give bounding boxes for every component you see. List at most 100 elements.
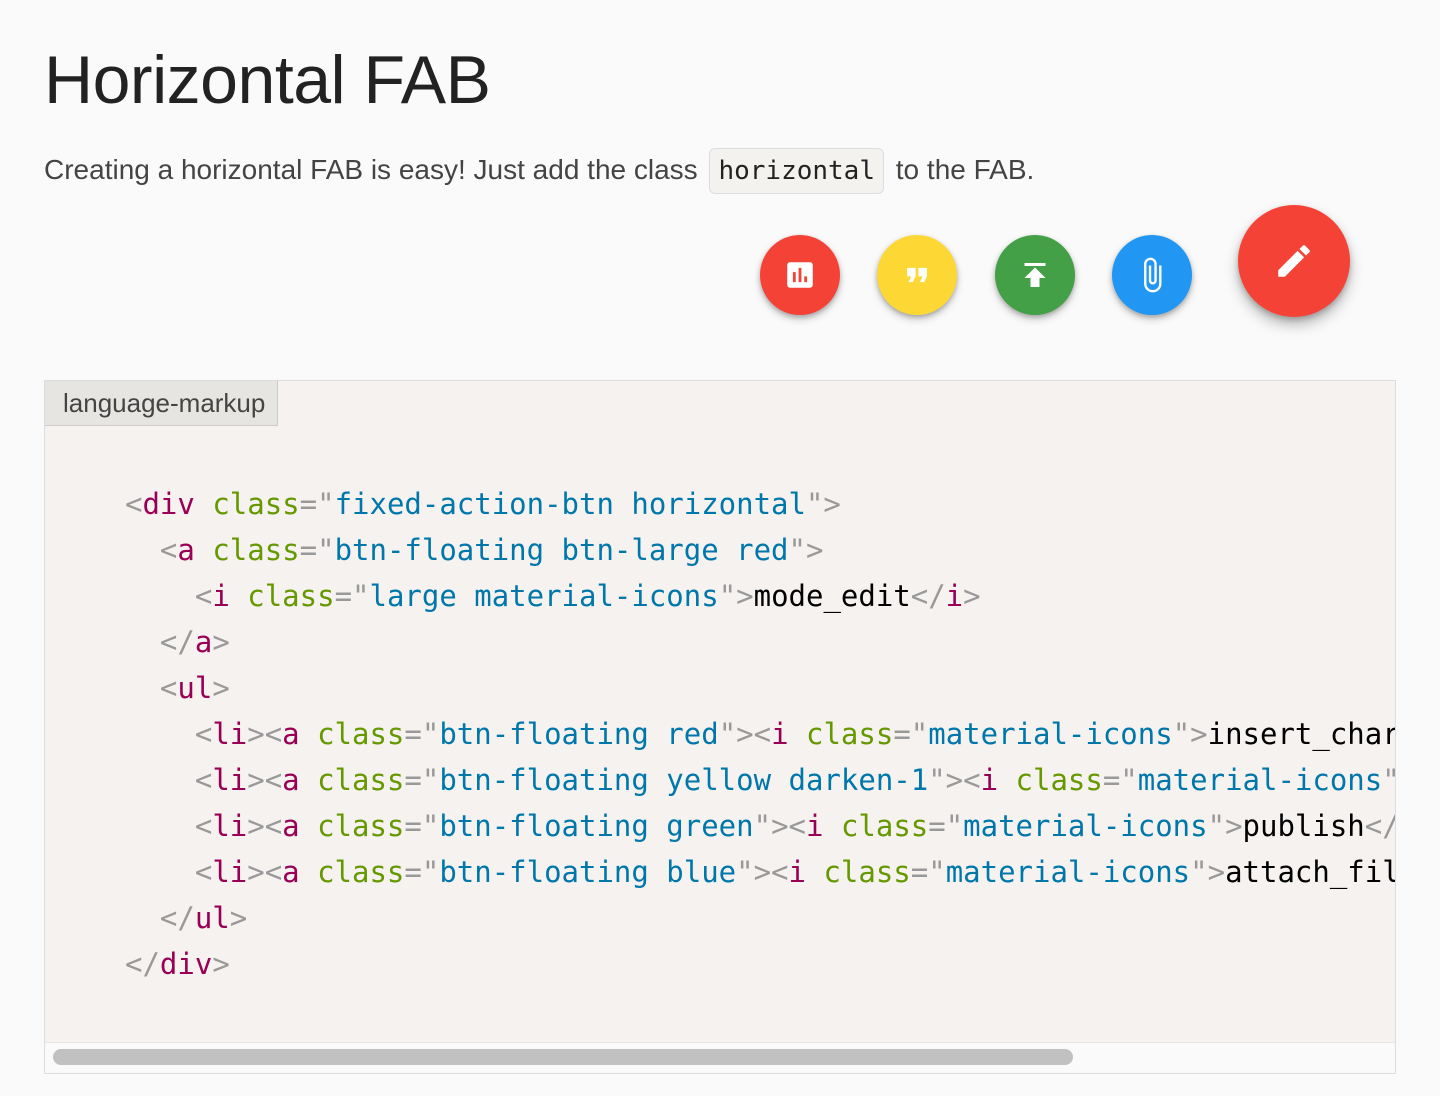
code-token: "> [805, 487, 841, 521]
code-token: < [194, 855, 213, 889]
inline-code-horizontal: horizontal [709, 148, 884, 194]
code-line: <li><a class="btn-floating green"><i cla… [125, 803, 1395, 849]
description-text-after: to the FAB. [895, 154, 1035, 185]
code-token: >< [247, 855, 283, 889]
code-token: "> [1207, 809, 1243, 843]
page-title: Horizontal FAB [44, 42, 491, 118]
code-token: li [212, 809, 248, 843]
code-token: attach_file [1225, 855, 1395, 889]
insert-chart-icon [787, 262, 813, 288]
code-token: </ [125, 947, 160, 981]
code-token: material-icons [945, 855, 1191, 889]
code-token: ul [194, 901, 230, 935]
code-token: btn-floating blue [439, 855, 737, 889]
code-line: <li><a class="btn-floating yellow darken… [125, 757, 1395, 803]
code-token: =" [404, 809, 440, 843]
code-token: >< [247, 717, 283, 751]
code-token: =" [928, 809, 964, 843]
code-token: i [212, 579, 230, 613]
code-token: =" [910, 855, 946, 889]
code-token: >< [247, 809, 283, 843]
code-token: "> [788, 533, 824, 567]
scrollbar-thumb[interactable] [53, 1049, 1073, 1065]
code-token: class [317, 855, 405, 889]
code-token: i [945, 579, 964, 613]
code-token: fixed-action-btn horizontal [334, 487, 806, 521]
code-token: i [806, 809, 824, 843]
fab-format-quote-button[interactable] [877, 235, 957, 315]
code-token: ul [177, 671, 213, 705]
fab-publish-button[interactable] [995, 235, 1075, 315]
code-content: <div class="fixed-action-btn horizontal"… [125, 481, 1395, 987]
code-token: > [963, 579, 981, 613]
code-line: <div class="fixed-action-btn horizontal"… [125, 481, 1395, 527]
fab-attach-file-button[interactable] [1112, 235, 1192, 315]
code-token: ">< [753, 809, 806, 843]
code-token: a [177, 533, 195, 567]
code-token: a [282, 717, 300, 751]
code-line: </ul> [125, 895, 1395, 941]
mode-edit-icon [1278, 245, 1310, 277]
code-line: <i class="large material-icons">mode_edi… [125, 573, 1395, 619]
code-token: > [212, 671, 230, 705]
code-token: i [980, 763, 999, 797]
horizontal-scrollbar[interactable] [45, 1042, 1395, 1073]
code-token: material-icons [1137, 763, 1383, 797]
code-token: < [125, 487, 143, 521]
description-text-before: Creating a horizontal FAB is easy! Just … [44, 154, 698, 185]
code-token: insert_chart [1207, 717, 1395, 751]
fab-mode-edit-button[interactable] [1238, 205, 1350, 317]
fab-insert-chart-button[interactable] [760, 235, 840, 315]
code-token: class [247, 579, 335, 613]
code-line: <a class="btn-floating btn-large red"> [125, 527, 1395, 573]
code-token: "> [1190, 855, 1226, 889]
code-token: class [212, 533, 300, 567]
publish-icon [1024, 263, 1046, 287]
code-token: a [194, 625, 213, 659]
code-token: a [282, 809, 300, 843]
code-token: =" [299, 533, 335, 567]
code-token: btn-floating green [439, 809, 754, 843]
code-token: < [194, 579, 213, 613]
code-token: class [1015, 763, 1103, 797]
code-token: class [317, 809, 405, 843]
code-token: a [282, 763, 300, 797]
code-token: material-icons [928, 717, 1173, 751]
code-token: large material-icons [369, 579, 719, 613]
code-token: </ [159, 901, 195, 935]
code-token: </ [910, 579, 946, 613]
code-token: class [840, 809, 929, 843]
code-token: i [771, 717, 789, 751]
code-token: i [788, 855, 806, 889]
code-token: =" [893, 717, 929, 751]
code-token: material-icons [963, 809, 1208, 843]
code-token: =" [1102, 763, 1138, 797]
code-token: < [159, 671, 178, 705]
code-token: =" [334, 579, 370, 613]
code-token: =" [404, 855, 440, 889]
code-token: class [806, 717, 894, 751]
code-token: ">< [736, 855, 789, 889]
code-token: > [212, 625, 230, 659]
code-token: =" [299, 487, 335, 521]
language-label: language-markup [45, 381, 279, 426]
code-line: </div> [125, 941, 1395, 987]
code-token: </ [159, 625, 195, 659]
code-token: =" [404, 717, 440, 751]
code-token: btn-floating yellow darken-1 [439, 763, 929, 797]
